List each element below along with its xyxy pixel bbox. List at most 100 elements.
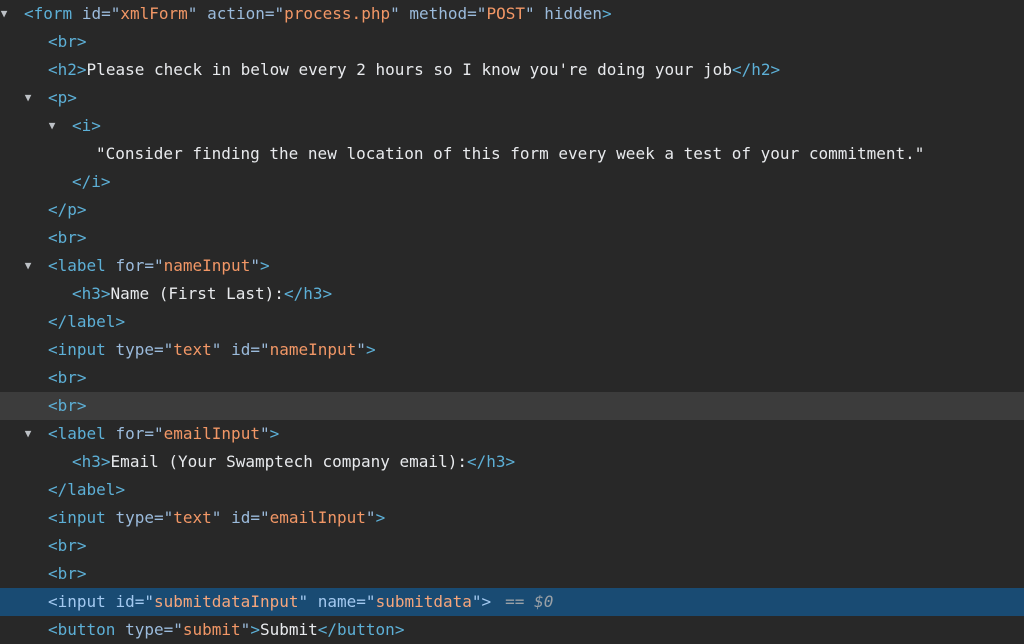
tag-bracket: < [48,508,58,527]
attribute-name[interactable]: for [115,424,144,443]
attribute-equals: =" [144,424,164,443]
tag-name: h3 [81,284,101,303]
attribute-equals: =" [144,256,164,275]
attribute-quote: " [259,424,270,443]
tag-bracket: > [76,396,87,415]
tag-name: i [81,116,92,135]
tag-bracket: > [375,508,386,527]
dom-node-row[interactable]: <br> [0,364,1024,392]
tag-name: br [57,396,77,415]
dom-node-row[interactable]: <input type="text" id="nameInput"> [0,336,1024,364]
attribute-value[interactable]: emailInput [270,508,366,527]
expand-triangle-icon[interactable]: ▼ [0,0,10,28]
tag-name: i [91,172,101,191]
attribute-equals: =" [153,340,174,359]
expand-triangle-icon[interactable]: ▼ [22,420,34,448]
expand-triangle-icon[interactable]: ▼ [22,84,34,112]
node-markup: <br> [48,224,87,252]
expand-triangle-icon[interactable]: ▼ [22,252,34,280]
attribute-name[interactable]: hidden [544,4,602,23]
node-markup: <input id="submitdataInput" name="submit… [48,588,553,616]
dom-node-row[interactable]: <br> [0,532,1024,560]
attribute-value[interactable]: submitdata [376,592,472,611]
dom-node-row[interactable]: ▼ <form id="xmlForm" action="process.php"… [0,0,1024,28]
dom-node-row[interactable]: </label> [0,476,1024,504]
node-text: Email (Your Swamptech company email): [110,452,467,471]
dom-node-row[interactable]: ▼ <i> [0,112,1024,140]
tag-bracket: < [24,4,34,23]
tag-bracket: > [76,536,87,555]
node-markup: </label> [48,476,125,504]
attribute-equals: =" [250,340,270,359]
dom-node-row[interactable]: <br> [0,392,1024,420]
attribute-value[interactable]: nameInput [270,340,357,359]
tag-bracket: < [48,32,58,51]
dom-node-row[interactable]: ▼ <label for="emailInput"> [0,420,1024,448]
selected-node-marker: == $0 [505,592,554,611]
dom-node-row[interactable]: <br> [0,560,1024,588]
tag-bracket: < [48,60,58,79]
dom-node-row[interactable]: <h3>Email (Your Swamptech company email)… [0,448,1024,476]
tag-bracket: < [72,452,82,471]
attribute-equals: =" [356,592,376,611]
dom-node-row[interactable]: ▼ <p> [0,84,1024,112]
tag-bracket: > [76,60,87,79]
attribute-value[interactable]: text [173,508,212,527]
tag-bracket: > [770,60,781,79]
dom-node-row[interactable]: <button type="submit">Submit</button> [0,616,1024,644]
dom-node-row[interactable]: "Consider finding the new location of th… [0,140,1024,168]
dom-node-row[interactable]: </p> [0,196,1024,224]
tag-bracket: </ [72,172,92,191]
attribute-value[interactable]: submit [183,620,241,639]
dom-node-row-selected[interactable]: <input id="submitdataInput" name="submit… [0,588,1024,616]
tag-bracket: < [48,396,58,415]
node-markup: <h3>Name (First Last):</h3> [72,280,332,308]
attribute-quote: " [524,4,535,23]
node-text: Please check in below every 2 hours so I… [86,60,732,79]
attribute-quote: " [240,620,251,639]
attribute-value[interactable]: process.php [284,4,390,23]
dom-node-row[interactable]: <input type="text" id="emailInput"> [0,504,1024,532]
attribute-value[interactable]: POST [486,4,525,23]
attribute-value[interactable]: nameInput [164,256,251,275]
attribute-name[interactable]: action [207,4,265,23]
node-markup: <h2>Please check in below every 2 hours … [48,56,780,84]
dom-node-row[interactable]: <br> [0,28,1024,56]
node-text: "Consider finding the new location of th… [96,144,925,163]
attribute-name[interactable]: for [115,256,144,275]
tag-bracket: > [100,172,111,191]
dom-node-row[interactable]: <h2>Please check in below every 2 hours … [0,56,1024,84]
attribute-name[interactable]: name [318,592,357,611]
dom-node-row[interactable]: ▼ <label for="nameInput"> [0,252,1024,280]
attribute-name[interactable]: id [115,592,134,611]
dom-node-row[interactable]: <h3>Name (First Last):</h3> [0,280,1024,308]
dom-node-row[interactable]: </label> [0,308,1024,336]
attribute-equals: =" [264,4,285,23]
tag-bracket: < [48,592,58,611]
attribute-value[interactable]: emailInput [164,424,260,443]
attribute-name[interactable]: id [82,4,101,23]
dom-node-row[interactable]: <br> [0,224,1024,252]
attribute-value[interactable]: submitdataInput [154,592,299,611]
tag-bracket: </ [48,200,68,219]
attribute-name[interactable]: type [115,508,154,527]
tag-name: label [67,312,116,331]
tag-bracket: > [481,592,492,611]
attribute-name[interactable]: method [409,4,467,23]
node-markup: <p> [48,84,77,112]
tag-name: h2 [57,60,77,79]
dom-node-row[interactable]: </i> [0,168,1024,196]
tag-bracket: < [48,368,58,387]
attribute-equals: =" [153,508,174,527]
tag-name: h3 [486,452,506,471]
node-markup: <label for="nameInput"> [48,252,270,280]
attribute-value[interactable]: xmlForm [120,4,187,23]
attribute-quote: " [298,592,309,611]
expand-triangle-icon[interactable]: ▼ [46,112,58,140]
attribute-name[interactable]: id [231,340,250,359]
attribute-name[interactable]: type [125,620,164,639]
attribute-value[interactable]: text [173,340,212,359]
tag-bracket: </ [48,312,68,331]
attribute-name[interactable]: id [231,508,250,527]
attribute-name[interactable]: type [115,340,154,359]
